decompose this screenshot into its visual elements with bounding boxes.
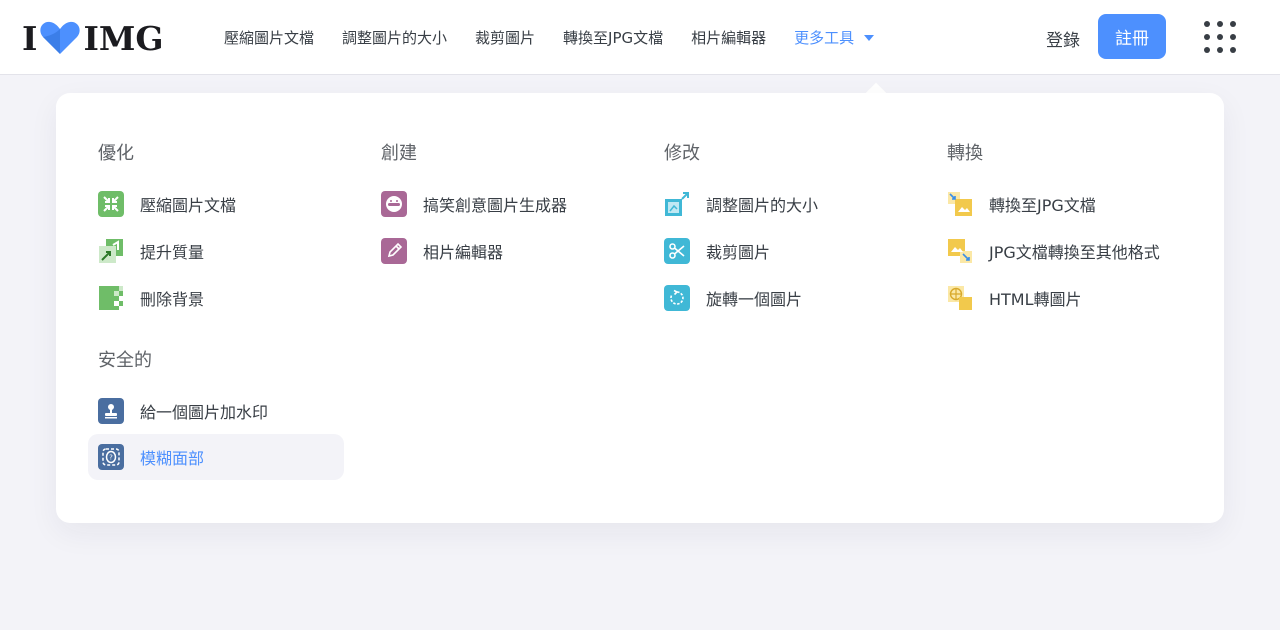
menu-item-html-to-image[interactable]: HTML轉圖片 (937, 275, 1217, 321)
menu-item-label: 提升質量 (140, 243, 205, 262)
logo[interactable]: I IMG (22, 18, 164, 58)
photo-editor-icon (381, 238, 407, 264)
menu-item-label: 刪除背景 (140, 290, 205, 309)
chevron-down-icon (864, 34, 875, 41)
menu-item-meme-generator[interactable]: 搞笑創意圖片生成器 (371, 181, 631, 227)
convert-from-jpg-icon (947, 238, 973, 264)
category-title-create: 創建 (381, 143, 417, 164)
menu-item-label: 轉換至JPG文檔 (989, 196, 1096, 215)
nav-resize-image[interactable]: 調整圖片的大小 (342, 27, 447, 48)
menu-item-label: 壓縮圖片文檔 (140, 196, 237, 215)
nav-photo-editor[interactable]: 相片編輯器 (691, 27, 766, 48)
menu-item-remove-background[interactable]: 刪除背景 (88, 275, 344, 321)
menu-item-label: HTML轉圖片 (989, 290, 1082, 309)
meme-generator-icon (381, 191, 407, 217)
crop-scissors-icon (664, 238, 690, 264)
menu-item-convert-from-jpg[interactable]: JPG文檔轉換至其他格式 (937, 228, 1217, 274)
menu-item-label: 相片編輯器 (423, 243, 504, 262)
category-title-security: 安全的 (98, 350, 152, 371)
remove-background-icon (98, 285, 124, 311)
watermark-stamp-icon (98, 398, 124, 424)
nav-more-tools[interactable]: 更多工具 (794, 27, 875, 48)
heart-icon (40, 21, 81, 54)
menu-item-blur-face[interactable]: ? 模糊面部 (88, 434, 344, 480)
menu-item-watermark[interactable]: 給一個圖片加水印 (88, 388, 344, 434)
main-nav: 壓縮圖片文檔 調整圖片的大小 裁剪圖片 轉換至JPG文檔 相片編輯器 更多工具 (210, 0, 888, 75)
rotate-icon (664, 285, 690, 311)
category-title-edit: 修改 (664, 143, 700, 164)
category-title-optimize: 優化 (98, 143, 134, 164)
menu-item-crop-image[interactable]: 裁剪圖片 (654, 228, 914, 274)
menu-item-photo-editor[interactable]: 相片編輯器 (371, 228, 631, 274)
menu-item-label: JPG文檔轉換至其他格式 (989, 243, 1160, 262)
html-to-image-icon (947, 285, 973, 311)
login-link[interactable]: 登錄 (1046, 26, 1080, 51)
upscale-icon (98, 238, 124, 264)
more-tools-dropdown: 優化 壓縮圖片文檔 提升質量 刪除背景 安全的 給一個圖片加水印 ? 模糊面部 … (56, 93, 1224, 523)
nav-crop-image[interactable]: 裁剪圖片 (475, 27, 535, 48)
convert-to-jpg-icon (947, 191, 973, 217)
logo-text-left: I (22, 18, 38, 58)
menu-item-convert-to-jpg[interactable]: 轉換至JPG文檔 (937, 181, 1217, 227)
menu-item-label: 給一個圖片加水印 (140, 403, 269, 422)
more-tools-label: 更多工具 (794, 29, 855, 47)
svg-text:?: ? (109, 454, 113, 462)
blur-face-icon: ? (98, 444, 124, 470)
menu-item-label: 搞笑創意圖片生成器 (423, 196, 568, 215)
signup-button[interactable]: 註冊 (1098, 14, 1166, 59)
menu-item-label: 調整圖片的大小 (706, 196, 819, 215)
top-header: I IMG 壓縮圖片文檔 調整圖片的大小 裁剪圖片 轉換至JPG文檔 相片編輯器… (0, 0, 1280, 75)
menu-item-compress-image[interactable]: 壓縮圖片文檔 (88, 181, 344, 227)
resize-icon (664, 191, 690, 217)
nav-convert-to-jpg[interactable]: 轉換至JPG文檔 (563, 27, 663, 48)
menu-item-label: 裁剪圖片 (706, 243, 771, 262)
category-title-convert: 轉換 (947, 143, 983, 164)
nav-compress-image[interactable]: 壓縮圖片文檔 (224, 27, 314, 48)
menu-item-upscale[interactable]: 提升質量 (88, 228, 344, 274)
menu-item-resize-image[interactable]: 調整圖片的大小 (654, 181, 914, 227)
menu-item-rotate-image[interactable]: 旋轉一個圖片 (654, 275, 914, 321)
menu-item-label: 旋轉一個圖片 (706, 290, 803, 309)
menu-item-label: 模糊面部 (140, 449, 205, 468)
compress-icon (98, 191, 124, 217)
logo-text-right: IMG (83, 18, 164, 58)
apps-grid-icon[interactable] (1202, 19, 1238, 55)
